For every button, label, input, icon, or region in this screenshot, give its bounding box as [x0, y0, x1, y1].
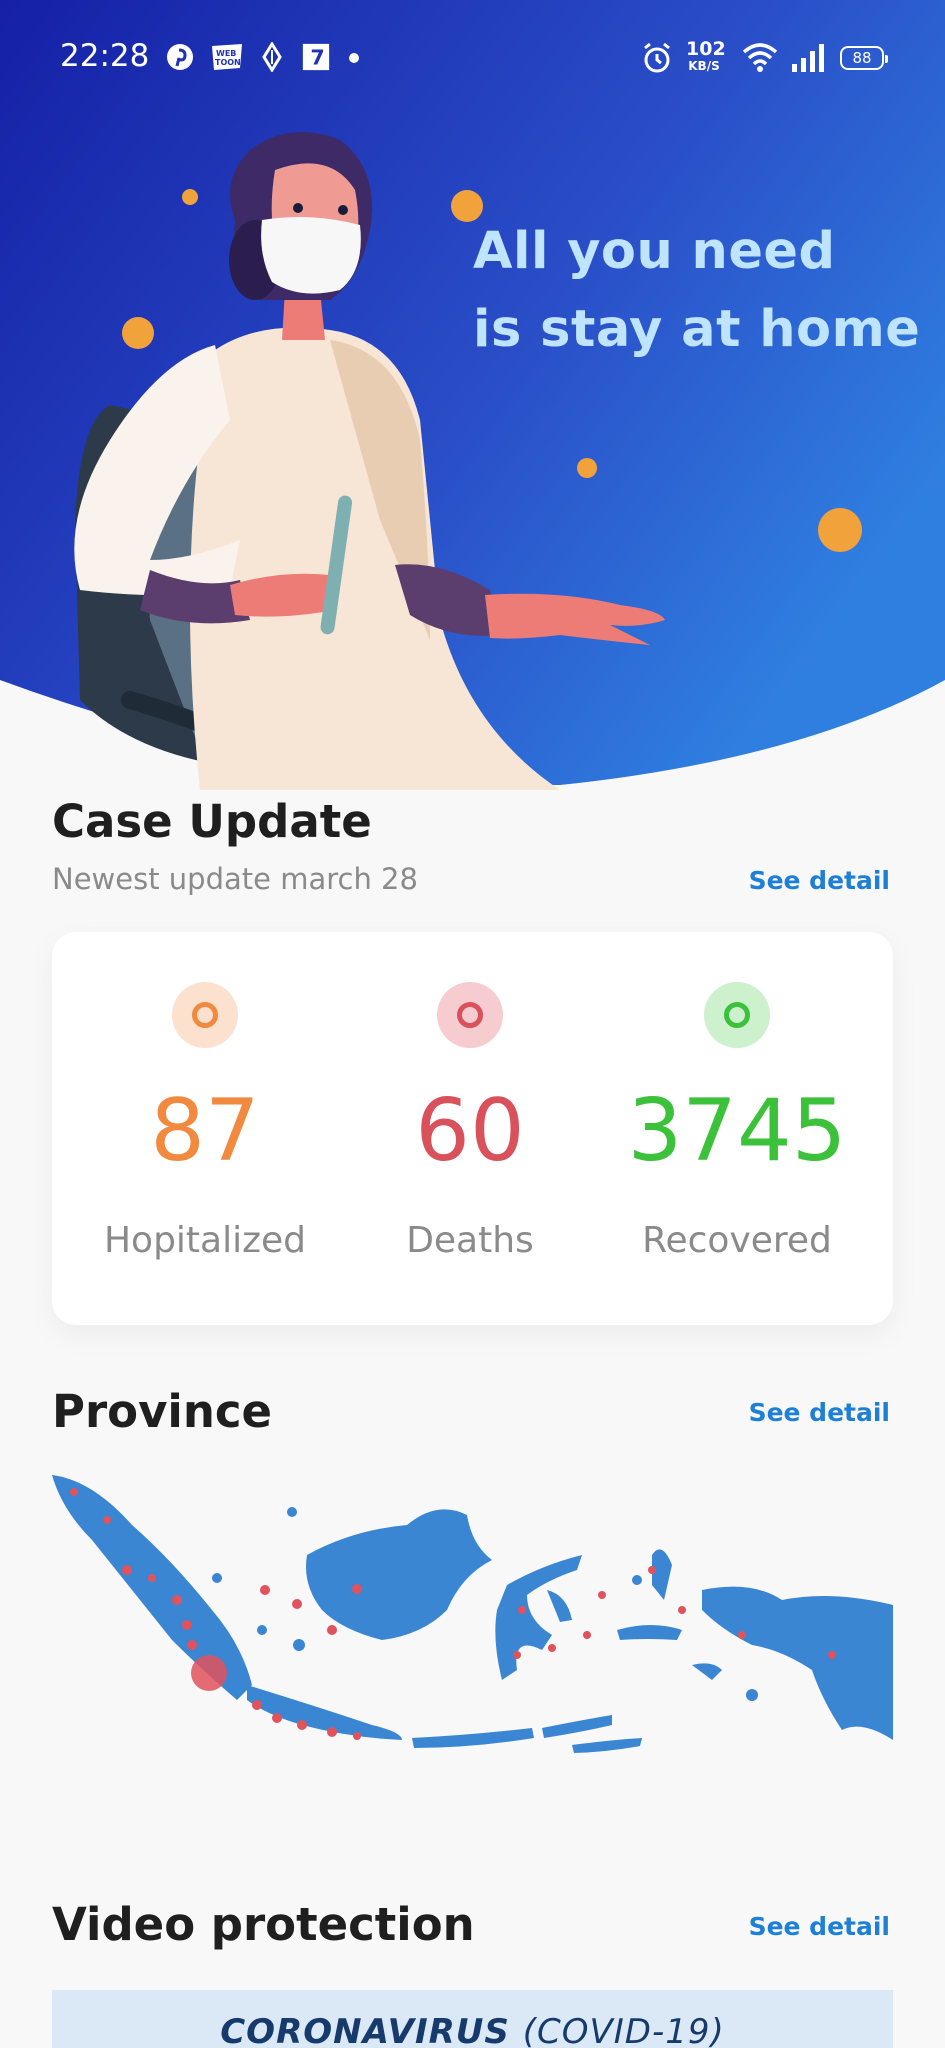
network-speed-value: 102: [686, 38, 726, 60]
province-see-detail-link[interactable]: See detail: [749, 1398, 890, 1427]
indonesia-map[interactable]: [52, 1470, 893, 1795]
seven-eleven-icon: 7: [302, 43, 330, 71]
doctor-illustration: [74, 132, 862, 790]
stat-hospitalized: 87 Hopitalized: [75, 932, 335, 1261]
svg-text:WEB: WEB: [216, 49, 236, 58]
hospitalized-indicator-icon: [172, 982, 238, 1048]
case-stats-card: 87 Hopitalized 60 Deaths 3745 Recovered: [52, 932, 893, 1325]
video-thumbnail[interactable]: CORONAVIRUS (COVID-19): [52, 1990, 893, 2048]
battery-indicator: 88: [840, 46, 888, 70]
video-banner-text: CORONAVIRUS (COVID-19): [52, 2012, 893, 2048]
pinterest-icon: [167, 44, 193, 70]
video-see-detail-link[interactable]: See detail: [749, 1912, 890, 1941]
svg-text:TOON: TOON: [215, 58, 241, 67]
recovered-indicator-icon: [704, 982, 770, 1048]
case-update-see-detail-link[interactable]: See detail: [749, 866, 890, 895]
svg-text:7: 7: [310, 46, 324, 70]
recovered-label: Recovered: [642, 1220, 832, 1261]
hero-tagline: All you need is stay at home: [473, 213, 933, 369]
hospitalized-count: 87: [150, 1081, 260, 1181]
dot-icon: [349, 53, 359, 63]
wifi-icon: [742, 43, 778, 72]
deaths-label: Deaths: [406, 1220, 534, 1261]
video-protection-title: Video protection: [52, 1898, 475, 1951]
signal-icon: [792, 44, 824, 72]
hospitalized-label: Hopitalized: [103, 1220, 307, 1261]
video-banner-bold: CORONAVIRUS: [220, 2012, 510, 2048]
hero-header: 22:28 WEB TOON 7 102 KB/S 88 All you nee…: [0, 0, 945, 790]
status-bar: 22:28 WEB TOON 7 102 KB/S 88: [0, 0, 945, 116]
alarm-icon: [644, 42, 670, 73]
network-speed-unit: KB/S: [688, 59, 720, 73]
stat-recovered: 3745 Recovered: [607, 932, 867, 1261]
status-time: 22:28: [60, 38, 150, 74]
recovered-count: 3745: [627, 1081, 847, 1181]
stat-deaths: 60 Deaths: [340, 932, 600, 1261]
webtoon-icon: WEB TOON: [212, 44, 242, 70]
video-banner-light: (COVID-19): [522, 2012, 725, 2048]
hero-tagline-line1: All you need: [473, 222, 836, 281]
ingress-icon: [262, 42, 282, 72]
case-update-title: Case Update: [52, 795, 372, 848]
deaths-indicator-icon: [437, 982, 503, 1048]
case-update-subtitle: Newest update march 28: [52, 862, 418, 896]
hero-tagline-line2: is stay at home: [473, 300, 921, 359]
deaths-count: 60: [415, 1081, 525, 1181]
network-speed: 102 KB/S: [686, 38, 726, 73]
province-title: Province: [52, 1385, 273, 1438]
